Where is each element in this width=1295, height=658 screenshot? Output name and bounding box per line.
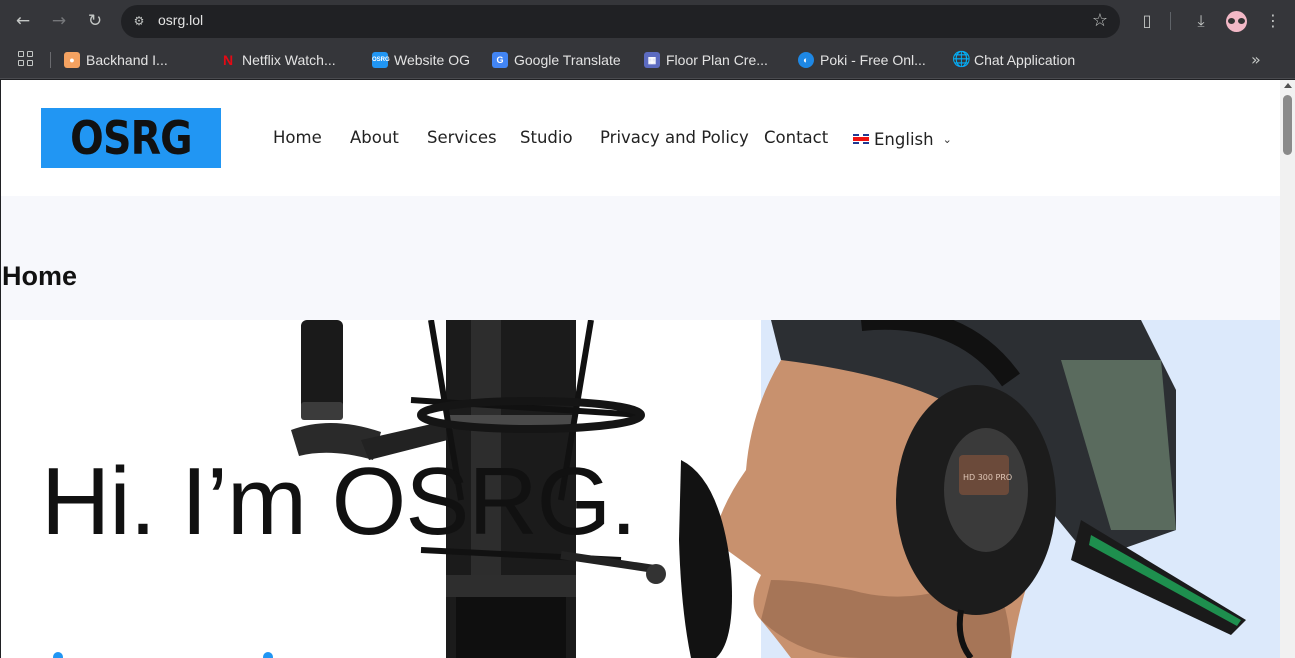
uk-flag-icon <box>853 134 869 144</box>
bookmark-netflix[interactable]: N Netflix Watch... <box>220 50 336 70</box>
bookmark-label: Poki - Free Onl... <box>820 52 926 68</box>
reload-icon[interactable]: ↻ <box>83 9 107 33</box>
bookmark-website-og[interactable]: OSRG Website OG <box>372 50 470 70</box>
chevron-down-icon: ⌄ <box>942 132 952 146</box>
forward-arrow-icon[interactable]: → <box>47 9 71 33</box>
scrollbar-thumb[interactable] <box>1283 95 1292 155</box>
toolbar-divider <box>1170 12 1171 30</box>
page-viewport: OSRG Home About Services Studio Privacy … <box>0 80 1295 658</box>
site-info-icon[interactable]: ⚙ <box>129 11 149 31</box>
nav-privacy-policy[interactable]: Privacy and Policy <box>600 128 749 150</box>
bookmark-label: Floor Plan Cre... <box>666 52 768 68</box>
more-bookmarks-icon[interactable]: » <box>1251 50 1261 69</box>
apps-grid-icon[interactable] <box>18 51 34 67</box>
osrg-icon: OSRG <box>372 52 390 68</box>
netflix-icon: N <box>222 52 234 68</box>
bookmark-label: Google Translate <box>514 52 621 68</box>
poki-icon: ◐ <box>798 52 814 68</box>
address-bar[interactable]: ⚙ osrg.lol ☆ <box>121 5 1120 38</box>
google-translate-icon: G <box>492 52 508 68</box>
site-header: OSRG Home About Services Studio Privacy … <box>1 80 1281 196</box>
hero-heading: Hi. I’m OSRG. <box>41 448 637 555</box>
bookmark-label: Website OG <box>394 52 470 68</box>
bookmark-chat-application[interactable]: 🌐 Chat Application <box>952 50 1075 70</box>
language-selector[interactable]: English ⌄ <box>853 128 952 150</box>
bookmark-label: Backhand I... <box>86 52 168 68</box>
nav-services[interactable]: Services <box>427 128 497 150</box>
nav-studio[interactable]: Studio <box>520 128 573 150</box>
logo-text: OSRG <box>70 111 192 165</box>
nav-home[interactable]: Home <box>273 128 322 150</box>
globe-icon: 🌐 <box>952 51 971 68</box>
page-scrollbar[interactable] <box>1280 80 1295 658</box>
floor-plan-icon: ▦ <box>644 52 660 68</box>
svg-text:HD 300 PRO: HD 300 PRO <box>963 473 1012 482</box>
hero-section: HD 300 PRO Hi. I’m OSRG. <box>1 320 1281 658</box>
bookmark-google-translate[interactable]: G Google Translate <box>492 50 621 70</box>
bookmarks-divider <box>50 52 51 68</box>
ice-cream-icon: ● <box>64 52 80 68</box>
page-title: Home <box>2 261 78 291</box>
bookmark-star-icon[interactable]: ☆ <box>1092 10 1108 32</box>
bookmarks-bar: ● Backhand I... N Netflix Watch... OSRG … <box>0 42 1295 79</box>
bullet-icon <box>263 652 273 658</box>
bookmark-floor-plan[interactable]: ▦ Floor Plan Cre... <box>644 50 768 70</box>
extensions-icon[interactable]: ▯ <box>1135 9 1159 33</box>
browser-toolbar: ← → ↻ ⚙ osrg.lol ☆ ▯ ⤓ ⋮ <box>0 0 1295 42</box>
url-text[interactable]: osrg.lol <box>158 12 203 28</box>
menu-kebab-icon[interactable]: ⋮ <box>1261 9 1285 33</box>
profile-avatar[interactable] <box>1226 11 1247 32</box>
bullet-icon <box>53 652 63 658</box>
bookmark-poki[interactable]: ◐ Poki - Free Onl... <box>798 50 926 70</box>
site-logo[interactable]: OSRG <box>41 108 221 168</box>
nav-about[interactable]: About <box>350 128 399 150</box>
bookmark-label: Netflix Watch... <box>242 52 336 68</box>
back-arrow-icon[interactable]: ← <box>11 9 35 33</box>
page-title-bar: Home <box>1 196 1281 320</box>
scroll-up-arrow-icon[interactable] <box>1284 83 1292 88</box>
download-icon[interactable]: ⤓ <box>1189 9 1213 33</box>
nav-contact[interactable]: Contact <box>764 128 828 150</box>
bookmark-backhand[interactable]: ● Backhand I... <box>64 50 168 70</box>
language-label: English <box>874 129 934 149</box>
bookmark-label: Chat Application <box>974 52 1076 68</box>
